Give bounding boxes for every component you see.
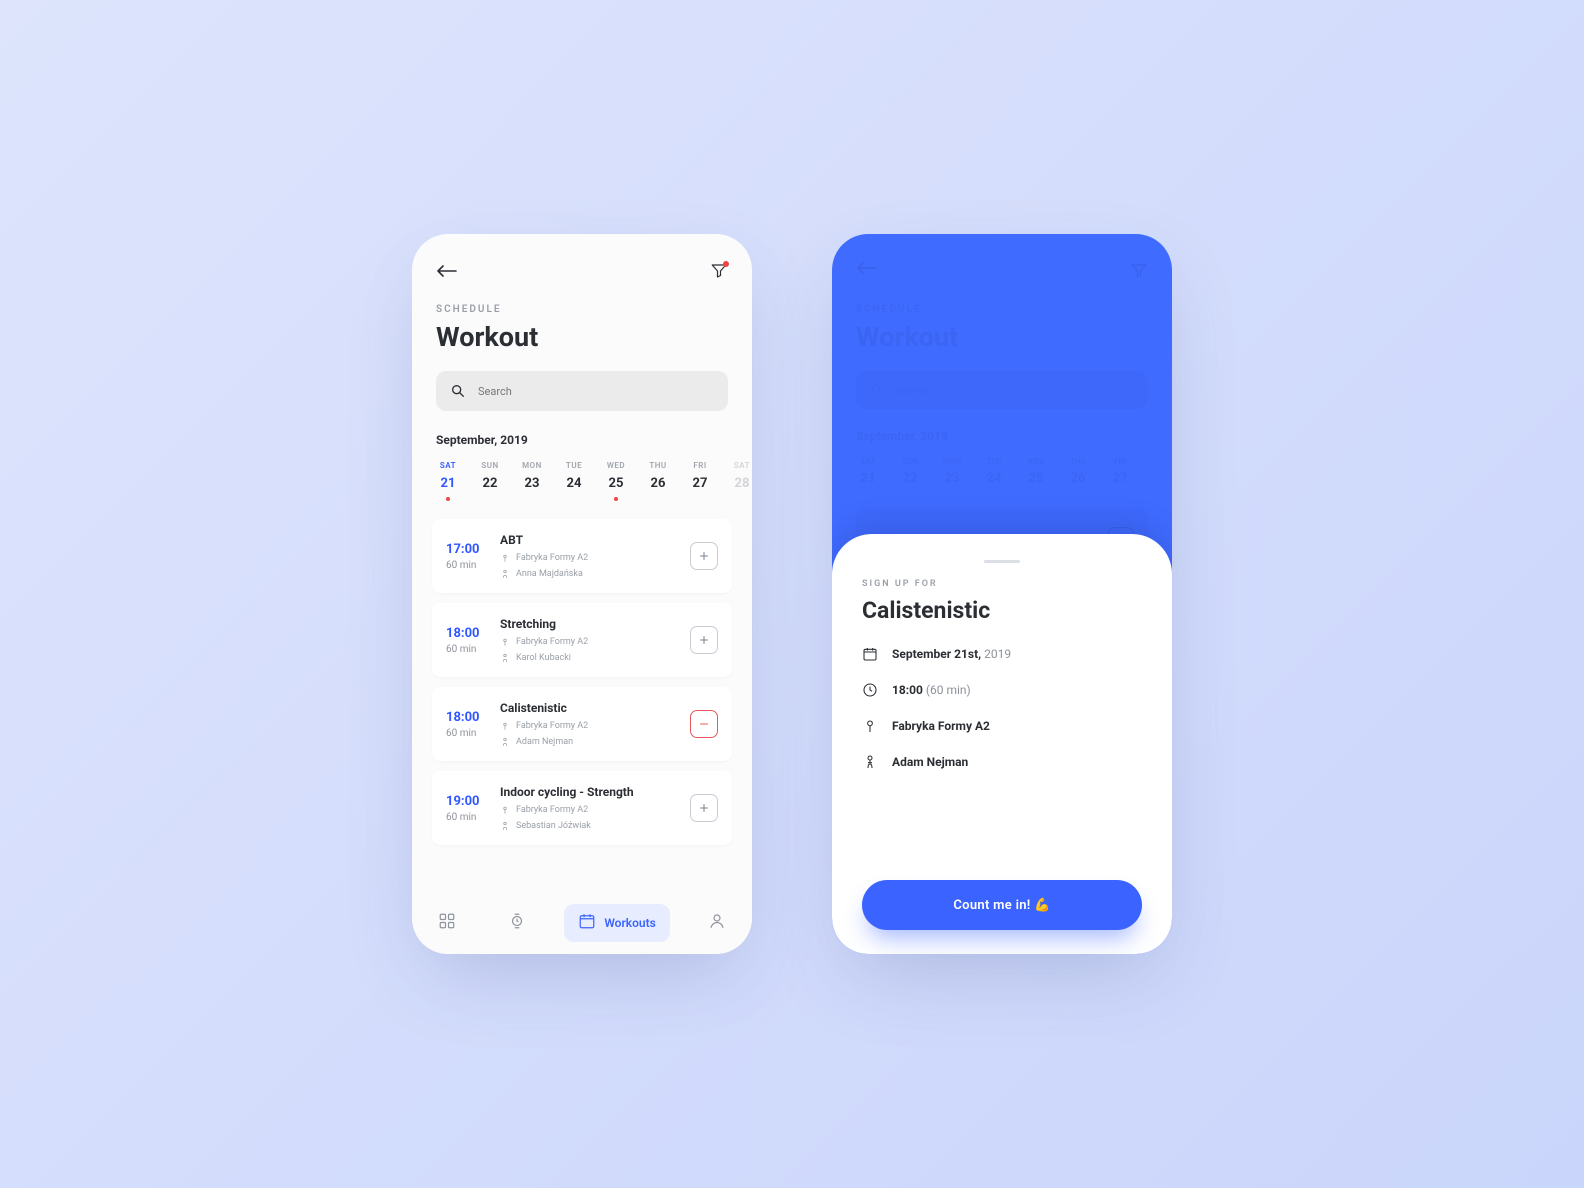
class-list: 17:00 60 min ABT Fabryka Formy A2 Anna M…	[412, 511, 752, 845]
tab-label: Workouts	[604, 916, 656, 930]
calendar-icon	[578, 912, 596, 934]
search-input[interactable]: Search	[436, 371, 728, 411]
class-location: Fabryka Formy A2	[500, 805, 690, 815]
calendar-day[interactable]: SAT21	[436, 461, 460, 501]
watch-icon	[508, 912, 526, 934]
calendar-week-strip: SAT21 SUN22 MON23 TUE24 WED25 THU26 FRI27 SAT28	[412, 447, 752, 511]
ghost-overline: SCHEDULE	[856, 304, 1148, 315]
class-trainer: Adam Nejman	[500, 737, 690, 747]
class-info: Indoor cycling - Strength Fabryka Formy …	[500, 785, 690, 831]
class-time-block: 19:00 60 min	[446, 794, 500, 823]
back-button[interactable]	[436, 265, 458, 277]
class-location: Fabryka Formy A2	[500, 721, 690, 731]
detail-trainer-text: Adam Nejman	[892, 755, 968, 769]
calendar-day: WED25	[1024, 457, 1048, 486]
class-duration: 60 min	[446, 560, 500, 571]
calendar-day[interactable]: FRI27	[688, 461, 712, 501]
class-name: Indoor cycling - Strength	[500, 785, 690, 799]
tab-bar: Workouts	[412, 892, 752, 954]
cta-label: Count me in! 💪	[953, 898, 1050, 913]
class-name: Calistenistic	[500, 701, 690, 715]
class-time: 18:00	[446, 626, 500, 641]
calendar-month-label: September, 2019	[412, 411, 752, 447]
class-card[interactable]: 17:00 60 min ABT Fabryka Formy A2 Anna M…	[432, 519, 732, 593]
detail-date-strong: September 21st,	[892, 647, 981, 661]
add-class-button[interactable]	[690, 626, 718, 654]
ghost-calendar: SAT21 SUN22 MON23 TUE24 WED25 THU26 FRI27	[856, 457, 1148, 486]
class-time: 17:00	[446, 542, 500, 557]
calendar-day: FRI27	[1108, 457, 1132, 486]
ghost-search-placeholder: Search	[894, 384, 928, 397]
filter-badge-dot	[723, 261, 729, 267]
phone-schedule-list: SCHEDULE Workout Search September, 2019 …	[412, 234, 752, 954]
pin-icon	[862, 718, 878, 734]
class-time: 18:00	[446, 710, 500, 725]
add-class-button[interactable]	[690, 794, 718, 822]
calendar-day[interactable]: SAT28	[730, 461, 752, 501]
detail-time-strong: 18:00	[892, 683, 923, 697]
detail-time-rest: (60 min)	[923, 683, 971, 697]
calendar-day[interactable]: SUN22	[478, 461, 502, 501]
detail-trainer: Adam Nejman	[862, 754, 1142, 770]
class-info: Stretching Fabryka Formy A2 Karol Kuback…	[500, 617, 690, 663]
tab-calendar[interactable]: Workouts	[564, 904, 670, 942]
filter-button[interactable]	[710, 262, 728, 280]
class-card[interactable]: 18:00 60 min Stretching Fabryka Formy A2…	[432, 603, 732, 677]
grid-icon	[438, 912, 456, 934]
add-class-button[interactable]	[690, 542, 718, 570]
page-overline: SCHEDULE	[436, 304, 728, 315]
user-icon	[708, 912, 726, 934]
calendar-day: TUE24	[982, 457, 1006, 486]
class-card[interactable]: 19:00 60 min Indoor cycling - Strength F…	[432, 771, 732, 845]
class-duration: 60 min	[446, 728, 500, 739]
ghost-month: September, 2019	[856, 429, 1148, 443]
ghost-search: Search	[856, 371, 1148, 409]
class-name: Stretching	[500, 617, 690, 631]
class-location: Fabryka Formy A2	[500, 553, 690, 563]
detail-date: September 21st, 2019	[862, 646, 1142, 662]
sheet-title: Calistenistic	[862, 597, 1142, 624]
remove-class-button[interactable]	[690, 710, 718, 738]
class-time-block: 17:00 60 min	[446, 542, 500, 571]
calendar-day: SUN22	[898, 457, 922, 486]
class-trainer: Karol Kubacki	[500, 653, 690, 663]
detail-date-rest: 2019	[981, 647, 1011, 661]
clock-icon	[862, 682, 878, 698]
detail-time: 18:00 (60 min)	[862, 682, 1142, 698]
class-info: ABT Fabryka Formy A2 Anna Majdańska	[500, 533, 690, 579]
calendar-day: MON23	[940, 457, 964, 486]
page-title: Workout	[436, 321, 728, 353]
sheet-drag-handle[interactable]	[984, 560, 1020, 563]
class-time-block: 18:00 60 min	[446, 626, 500, 655]
tab-watch[interactable]	[494, 904, 540, 942]
calendar-day: THU26	[1066, 457, 1090, 486]
detail-location: Fabryka Formy A2	[862, 718, 1142, 734]
sheet-overline: SIGN UP FOR	[862, 579, 1142, 589]
calendar-day[interactable]: THU26	[646, 461, 670, 501]
class-info: Calistenistic Fabryka Formy A2 Adam Nejm…	[500, 701, 690, 747]
class-name: ABT	[500, 533, 690, 547]
calendar-day[interactable]: MON23	[520, 461, 544, 501]
signup-sheet: SIGN UP FOR Calistenistic September 21st…	[832, 534, 1172, 954]
class-trainer: Anna Majdańska	[500, 569, 690, 579]
calendar-day[interactable]: TUE24	[562, 461, 586, 501]
calendar-day[interactable]: WED25	[604, 461, 628, 501]
class-time-block: 18:00 60 min	[446, 710, 500, 739]
ghost-title: Workout	[856, 321, 1148, 353]
class-location: Fabryka Formy A2	[500, 637, 690, 647]
calendar-day: SAT21	[856, 457, 880, 486]
class-time: 19:00	[446, 794, 500, 809]
tab-grid[interactable]	[424, 904, 470, 942]
class-trainer: Sebastian Jóźwiak	[500, 821, 690, 831]
class-duration: 60 min	[446, 644, 500, 655]
class-card[interactable]: 18:00 60 min Calistenistic Fabryka Formy…	[432, 687, 732, 761]
calendar-icon	[862, 646, 878, 662]
search-placeholder: Search	[478, 385, 512, 398]
class-duration: 60 min	[446, 812, 500, 823]
tab-user[interactable]	[694, 904, 740, 942]
person-icon	[862, 754, 878, 770]
detail-location-text: Fabryka Formy A2	[892, 719, 990, 733]
phone-signup-sheet: SCHEDULE Workout Search September, 2019 …	[832, 234, 1172, 954]
count-me-in-button[interactable]: Count me in! 💪	[862, 880, 1142, 930]
